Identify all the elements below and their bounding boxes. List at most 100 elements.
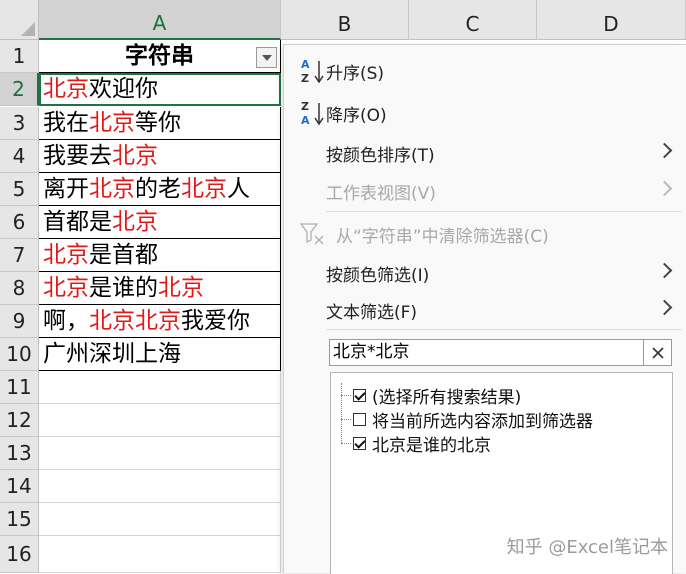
highlighted-text: 北京 xyxy=(181,176,227,202)
row-header-16[interactable]: 16 xyxy=(0,536,39,573)
table-cell[interactable]: 我在北京等你 xyxy=(39,107,281,140)
table-cell[interactable]: 北京是首都 xyxy=(39,239,281,272)
list-item[interactable]: (选择所有搜索结果) xyxy=(353,383,522,408)
list-item-label: 北京是谁的北京 xyxy=(372,435,491,456)
filter-by-color-item[interactable]: 按颜色筛选(I) xyxy=(284,255,682,291)
highlighted-text: 北京 xyxy=(43,242,89,268)
row-header-15[interactable]: 15 xyxy=(0,503,39,536)
table-cell[interactable]: 北京欢迎你 xyxy=(39,73,281,106)
text-filter-label: 文本筛选(F) xyxy=(326,302,418,323)
clear-filter-icon xyxy=(300,223,324,245)
row-header-14[interactable]: 14 xyxy=(0,470,39,503)
row-header-2[interactable]: 2 xyxy=(0,73,39,106)
clear-filter-label: 从“字符串”中清除筛选器(C) xyxy=(336,226,549,247)
table-cell[interactable]: 离开北京的老北京人 xyxy=(39,173,281,206)
row-header-7[interactable]: 7 xyxy=(0,239,39,272)
row-header-6[interactable]: 6 xyxy=(0,206,39,239)
cell-text: 欢迎你 xyxy=(89,76,158,102)
sheet-view-label: 工作表视图(V) xyxy=(326,183,436,204)
column-header-d[interactable]: D xyxy=(537,0,686,40)
text-filter-item[interactable]: 文本筛选(F) xyxy=(284,292,682,328)
sort-descending-label: 降序(O) xyxy=(326,105,387,126)
highlighted-text: 北京 xyxy=(43,76,89,102)
list-item-label: 将当前所选内容添加到筛选器 xyxy=(372,411,593,432)
sort-ascending-icon: A Z xyxy=(301,58,324,85)
tree-line xyxy=(341,383,342,443)
tree-line xyxy=(341,395,351,396)
chevron-right-icon xyxy=(656,142,673,159)
empty-cell[interactable] xyxy=(39,437,281,470)
table-cell[interactable]: 北京是谁的北京 xyxy=(39,272,281,305)
cell-text: 离开 xyxy=(43,176,89,202)
cell-text: 是首都 xyxy=(89,242,158,268)
highlighted-text: 北京 xyxy=(158,275,204,301)
cell-text: 啊， xyxy=(43,308,89,334)
empty-cell[interactable] xyxy=(39,470,281,503)
checkbox-value[interactable] xyxy=(353,436,366,450)
row-header-13[interactable]: 13 xyxy=(0,437,39,470)
sheet-view-item: 工作表视图(V) xyxy=(284,173,682,209)
column-header-c[interactable]: C xyxy=(409,0,537,40)
highlighted-text: 北京 xyxy=(89,176,135,202)
highlighted-text: 北京 xyxy=(112,209,158,235)
filter-menu: A Z 升序(S) Z A 降序(O) 按颜色排序(T) 工作表视图(V) 从“… xyxy=(283,44,686,574)
column-header-b[interactable]: B xyxy=(281,0,409,40)
list-item-label: (选择所有搜索结果) xyxy=(372,387,522,408)
clear-search-button[interactable] xyxy=(643,340,671,365)
cell-text: 等你 xyxy=(135,110,181,136)
highlighted-text: 北京 xyxy=(43,275,89,301)
cell-text: 首都是 xyxy=(43,209,112,235)
highlighted-text: 北京北京 xyxy=(89,308,181,334)
row-header-1[interactable]: 1 xyxy=(0,40,39,73)
list-item[interactable]: 北京是谁的北京 xyxy=(353,431,491,456)
row-header-11[interactable]: 11 xyxy=(0,371,39,404)
sort-by-color-label: 按颜色排序(T) xyxy=(326,145,435,166)
empty-cell[interactable] xyxy=(39,536,281,573)
filter-dropdown-button[interactable] xyxy=(256,47,277,68)
cell-text: 人 xyxy=(227,176,250,202)
table-cell[interactable]: 首都是北京 xyxy=(39,206,281,239)
close-icon xyxy=(651,346,664,359)
row-header-9[interactable]: 9 xyxy=(0,305,39,338)
sort-by-color-item[interactable]: 按颜色排序(T) xyxy=(284,135,682,171)
table-cell[interactable]: 广州深圳上海 xyxy=(39,338,281,371)
watermark: 知乎 @Excel笔记本 xyxy=(506,537,668,558)
chevron-right-icon xyxy=(656,299,673,316)
sort-descending-item[interactable]: Z A 降序(O) xyxy=(284,95,682,131)
svg-text:A: A xyxy=(301,114,310,127)
empty-cell[interactable] xyxy=(39,404,281,437)
cell-text: 广州深圳上海 xyxy=(43,341,181,367)
svg-text:Z: Z xyxy=(301,72,309,85)
svg-text:Z: Z xyxy=(301,100,309,113)
row-header-12[interactable]: 12 xyxy=(0,404,39,437)
empty-cell[interactable] xyxy=(39,503,281,536)
chevron-right-icon xyxy=(656,262,673,279)
row-header-4[interactable]: 4 xyxy=(0,140,39,173)
cell-text: 的老 xyxy=(135,176,181,202)
header-cell[interactable]: 字符串 xyxy=(39,40,281,73)
cell-text: 我爱你 xyxy=(181,308,250,334)
row-header-8[interactable]: 8 xyxy=(0,272,39,305)
search-input[interactable]: 北京*北京 xyxy=(329,339,672,366)
cell-text: 是谁的 xyxy=(89,275,158,301)
table-cell[interactable]: 啊，北京北京我爱你 xyxy=(39,305,281,338)
chevron-right-icon xyxy=(656,180,673,197)
menu-separator xyxy=(326,211,682,212)
table-cell[interactable]: 我要去北京 xyxy=(39,140,281,173)
row-header-3[interactable]: 3 xyxy=(0,107,39,140)
checkbox-add-to-filter[interactable] xyxy=(353,412,366,426)
select-all-corner[interactable] xyxy=(0,0,39,40)
list-item[interactable]: 将当前所选内容添加到筛选器 xyxy=(353,407,593,432)
clear-filter-item: 从“字符串”中清除筛选器(C) xyxy=(284,216,682,252)
tree-line xyxy=(341,419,351,420)
tree-line xyxy=(341,443,351,444)
sort-ascending-item[interactable]: A Z 升序(S) xyxy=(284,53,682,89)
row-header-5[interactable]: 5 xyxy=(0,173,39,206)
empty-cell[interactable] xyxy=(39,371,281,404)
highlighted-text: 北京 xyxy=(112,143,158,169)
svg-text:A: A xyxy=(301,58,310,71)
checkbox-select-all[interactable] xyxy=(353,388,366,402)
column-header-a[interactable]: A xyxy=(39,0,281,40)
sort-ascending-label: 升序(S) xyxy=(326,63,385,84)
row-header-10[interactable]: 10 xyxy=(0,338,39,371)
